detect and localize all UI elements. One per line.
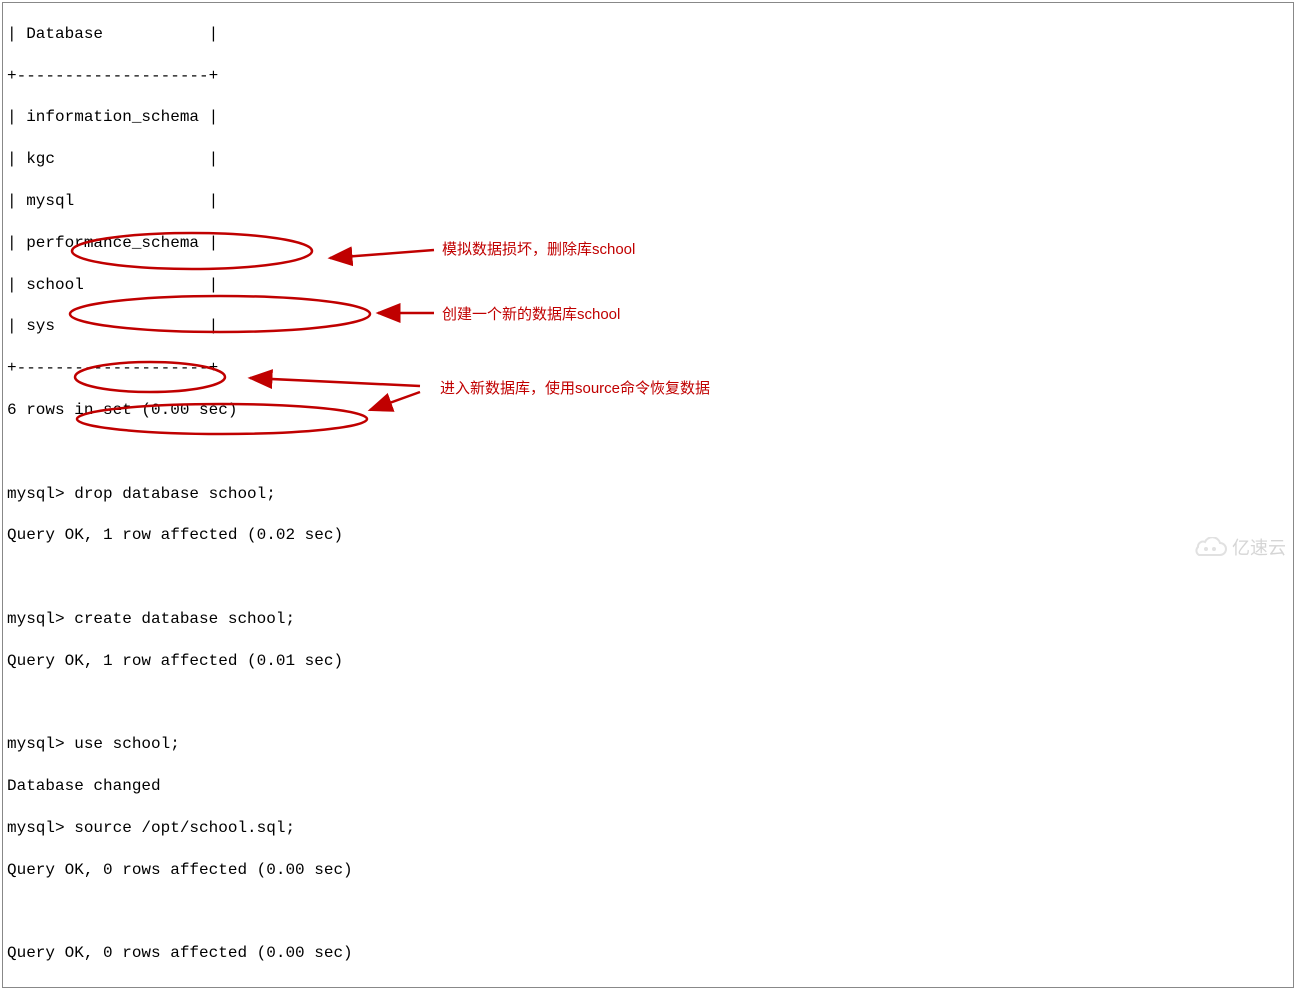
- terminal-line: | performance_schema |: [7, 233, 1289, 254]
- terminal-line: [7, 567, 1289, 588]
- terminal-line: mysql> drop database school;: [7, 484, 1289, 505]
- terminal-line: | school |: [7, 275, 1289, 296]
- watermark: 亿速云: [1192, 537, 1286, 560]
- terminal-line: Database changed: [7, 776, 1289, 797]
- terminal-line: Query OK, 1 row affected (0.02 sec): [7, 525, 1289, 546]
- terminal-output: | Database | +--------------------+ | in…: [2, 2, 1294, 988]
- terminal-line: +--------------------+: [7, 66, 1289, 87]
- terminal-line: Query OK, 0 rows affected (0.00 sec): [7, 860, 1289, 881]
- terminal-line: | mysql |: [7, 191, 1289, 212]
- terminal-line: [7, 693, 1289, 714]
- terminal-line: | kgc |: [7, 149, 1289, 170]
- terminal-line: mysql> create database school;: [7, 609, 1289, 630]
- terminal-line: mysql> source /opt/school.sql;: [7, 818, 1289, 839]
- terminal-line: [7, 442, 1289, 463]
- terminal-line: Query OK, 0 rows affected (0.00 sec): [7, 943, 1289, 964]
- terminal-line: [7, 902, 1289, 923]
- watermark-text: 亿速云: [1232, 537, 1286, 560]
- terminal-line: +--------------------+: [7, 358, 1289, 379]
- terminal-line: | Database |: [7, 24, 1289, 45]
- terminal-line: mysql> use school;: [7, 734, 1289, 755]
- cloud-icon: [1192, 537, 1228, 559]
- terminal-line: | sys |: [7, 316, 1289, 337]
- terminal-line: Query OK, 1 row affected (0.01 sec): [7, 651, 1289, 672]
- terminal-line: 6 rows in set (0.00 sec): [7, 400, 1289, 421]
- terminal-line: | information_schema |: [7, 107, 1289, 128]
